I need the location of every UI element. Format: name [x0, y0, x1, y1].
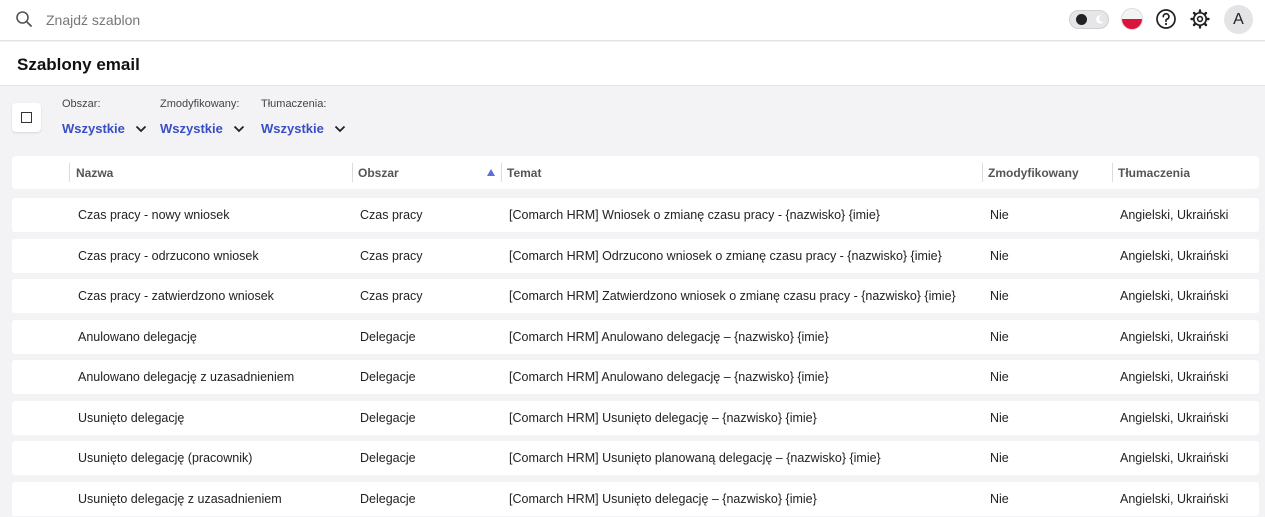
column-header-obszar[interactable]: Obszar — [358, 156, 399, 189]
cell-obszar: Czas pracy — [360, 289, 423, 303]
table-row[interactable]: Usunięto delegację (pracownik) Delegacje [… — [12, 441, 1259, 475]
cell-nazwa: Usunięto delegację (pracownik) — [78, 451, 253, 465]
page-title: Szablony email — [17, 55, 140, 74]
avatar[interactable]: A — [1224, 5, 1253, 34]
cell-nazwa: Czas pracy - odrzucono wniosek — [78, 249, 259, 263]
cell-tlumaczenia: Angielski, Ukraiński — [1120, 370, 1229, 384]
filter-value[interactable]: Wszystkie — [261, 121, 324, 136]
filter-label: Tłumaczenia: — [261, 98, 327, 110]
cell-zmodyfikowany: Nie — [990, 451, 1009, 465]
table-row[interactable]: Anulowano delegację z uzasadnieniem Deleg… — [12, 360, 1259, 394]
toggle-knob — [1076, 14, 1087, 25]
filter-tlumaczenia[interactable]: Tłumaczenia: Wszystkie — [261, 98, 346, 138]
cell-temat: [Comarch HRM] Usunięto delegację – {nazw… — [509, 492, 817, 506]
cell-nazwa: Czas pracy - nowy wniosek — [78, 208, 230, 222]
column-divider — [1112, 163, 1113, 182]
table-row[interactable]: Usunięto delegację z uzasadnieniem Delega… — [12, 482, 1259, 516]
cell-nazwa: Czas pracy - zatwierdzono wniosek — [78, 289, 274, 303]
cell-nazwa: Usunięto delegację — [78, 411, 185, 425]
cell-nazwa: Usunięto delegację z uzasadnieniem — [78, 492, 282, 506]
top-bar: A — [0, 0, 1265, 41]
column-divider — [69, 163, 70, 182]
cell-temat: [Comarch HRM] Anulowano delegację – {naz… — [509, 330, 829, 344]
cell-obszar: Czas pracy — [360, 249, 423, 263]
cell-zmodyfikowany: Nie — [990, 249, 1009, 263]
table-row[interactable]: Anulowano delegację Delegacje [Comarch HRM… — [12, 320, 1259, 354]
cell-nazwa: Anulowano delegację — [78, 330, 197, 344]
cell-tlumaczenia: Angielski, Ukraiński — [1120, 289, 1229, 303]
table-row[interactable]: Czas pracy - odrzucono wniosek Czas pracy… — [12, 239, 1259, 273]
filter-obszar[interactable]: Obszar: Wszystkie — [62, 98, 147, 138]
filter-zmodyfikowany[interactable]: Zmodyfikowany: Wszystkie — [160, 98, 245, 138]
search-icon — [16, 11, 32, 27]
cell-temat: [Comarch HRM] Usunięto planowaną delegac… — [509, 451, 881, 465]
help-icon[interactable] — [1155, 8, 1177, 30]
cell-tlumaczenia: Angielski, Ukraiński — [1120, 330, 1229, 344]
cell-tlumaczenia: Angielski, Ukraiński — [1120, 411, 1229, 425]
cell-obszar: Czas pracy — [360, 208, 423, 222]
cell-tlumaczenia: Angielski, Ukraiński — [1120, 249, 1229, 263]
column-header-tlumaczenia[interactable]: Tłumaczenia — [1118, 156, 1190, 189]
cell-temat: [Comarch HRM] Odrzucono wniosek o zmianę… — [509, 249, 942, 263]
table-row[interactable]: Czas pracy - nowy wniosek Czas pracy [Coma… — [12, 198, 1259, 232]
chevron-down-icon[interactable] — [233, 125, 245, 133]
cell-obszar: Delegacje — [360, 411, 416, 425]
table-row[interactable]: Usunięto delegację Delegacje [Comarch HRM]… — [12, 401, 1259, 435]
cell-zmodyfikowany: Nie — [990, 370, 1009, 384]
chevron-down-icon[interactable] — [135, 125, 147, 133]
chevron-down-icon[interactable] — [334, 125, 346, 133]
search-input[interactable] — [44, 8, 448, 32]
table-header: Nazwa Obszar Temat Zmodyfikowany Tłumacz… — [12, 156, 1259, 189]
cell-tlumaczenia: Angielski, Ukraiński — [1120, 492, 1229, 506]
filter-label: Obszar: — [62, 98, 101, 110]
cell-obszar: Delegacje — [360, 451, 416, 465]
cell-obszar: Delegacje — [360, 370, 416, 384]
moon-icon — [1096, 15, 1104, 24]
cell-zmodyfikowany: Nie — [990, 411, 1009, 425]
cell-nazwa: Anulowano delegację z uzasadnieniem — [78, 370, 295, 384]
cell-temat: [Comarch HRM] Zatwierdzono wniosek o zmi… — [509, 289, 956, 303]
column-divider — [501, 163, 502, 182]
filter-value[interactable]: Wszystkie — [160, 121, 223, 136]
cell-temat: [Comarch HRM] Anulowano delegację – {naz… — [509, 370, 829, 384]
filter-value[interactable]: Wszystkie — [62, 121, 125, 136]
gear-icon[interactable] — [1189, 8, 1211, 30]
column-header-zmodyfikowany[interactable]: Zmodyfikowany — [988, 156, 1079, 189]
cell-tlumaczenia: Angielski, Ukraiński — [1120, 208, 1229, 222]
page-header: Szablony email — [0, 42, 1265, 86]
filter-label: Zmodyfikowany: — [160, 98, 240, 110]
cell-obszar: Delegacje — [360, 492, 416, 506]
cell-temat: [Comarch HRM] Wniosek o zmianę czasu pra… — [509, 208, 880, 222]
flag-pl-icon[interactable] — [1121, 8, 1143, 30]
table-row[interactable]: Czas pracy - zatwierdzono wniosek Czas pr… — [12, 279, 1259, 313]
cell-zmodyfikowany: Nie — [990, 492, 1009, 506]
column-divider — [352, 163, 353, 182]
cell-zmodyfikowany: Nie — [990, 330, 1009, 344]
cell-zmodyfikowany: Nie — [990, 289, 1009, 303]
sort-ascending-icon[interactable] — [487, 169, 495, 176]
cell-tlumaczenia: Angielski, Ukraiński — [1120, 451, 1229, 465]
cell-zmodyfikowany: Nie — [990, 208, 1009, 222]
column-header-nazwa[interactable]: Nazwa — [76, 156, 113, 189]
select-all-checkbox[interactable] — [12, 103, 41, 132]
checkbox-icon — [21, 112, 32, 123]
column-divider — [982, 163, 983, 182]
column-header-temat[interactable]: Temat — [507, 156, 541, 189]
cell-temat: [Comarch HRM] Usunięto delegację – {nazw… — [509, 411, 817, 425]
cell-obszar: Delegacje — [360, 330, 416, 344]
theme-toggle[interactable] — [1069, 10, 1109, 29]
